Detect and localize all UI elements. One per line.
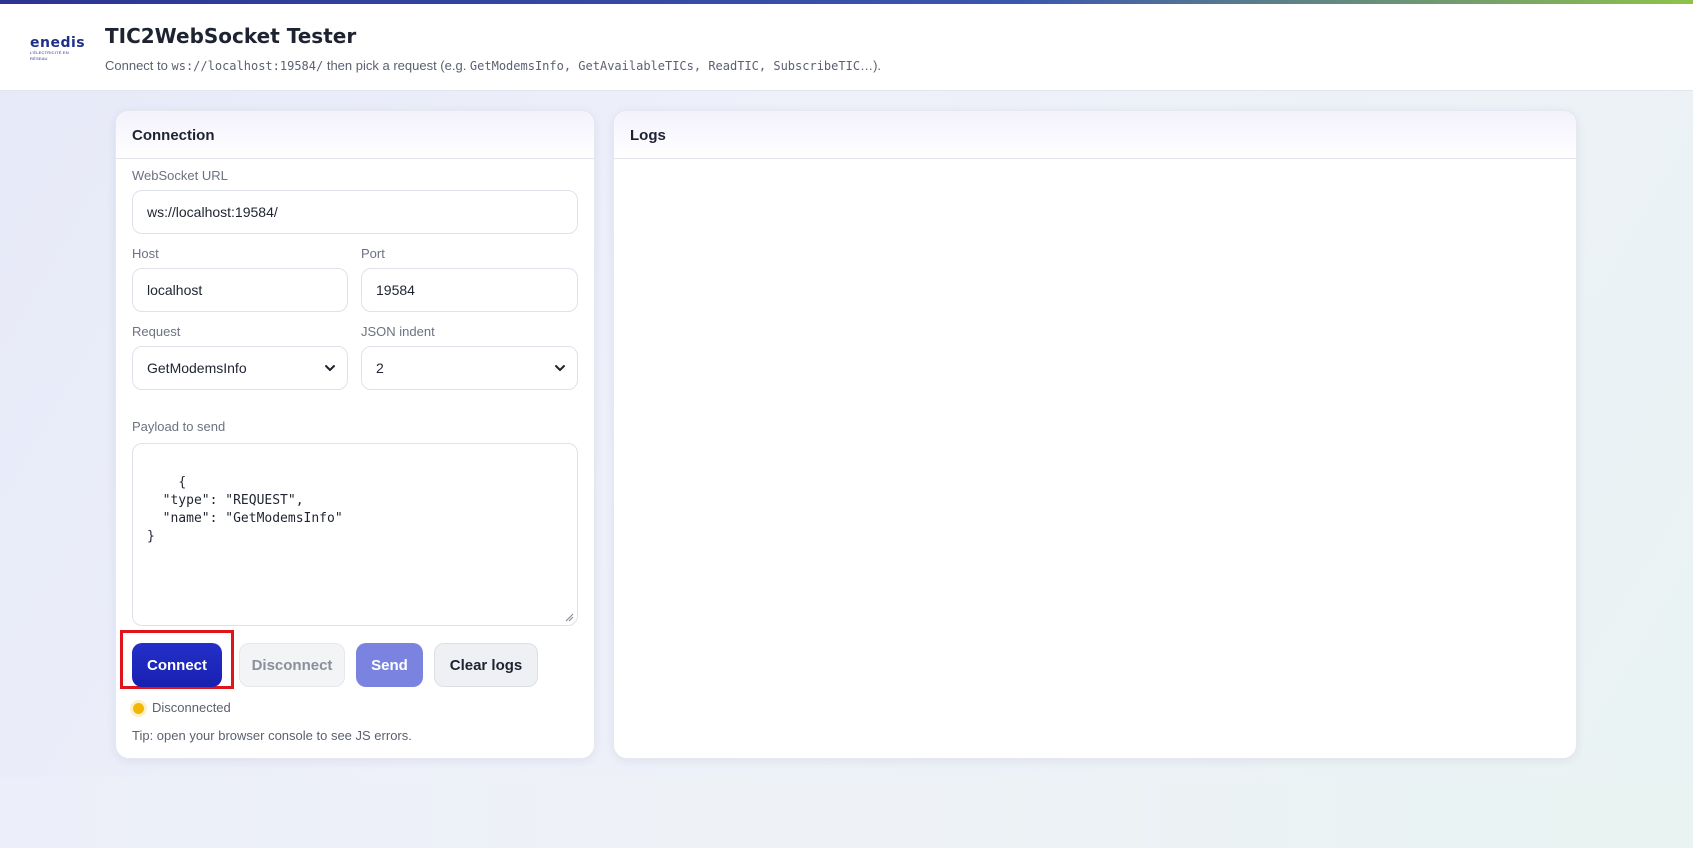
subtitle-suffix: …). (860, 58, 882, 73)
host-value: localhost (147, 282, 203, 298)
request-select[interactable]: GetModemsInfo (132, 346, 348, 390)
connection-status: Disconnected (152, 700, 231, 715)
payload-textarea[interactable]: { "type": "REQUEST", "name": "GetModemsI… (132, 443, 578, 626)
subtitle-middle: then pick a request (e.g. (323, 58, 470, 73)
logs-panel-title: Logs (614, 111, 1576, 159)
enedis-logo: enedis L'ÉLECTRICITÉ EN RÉSEAU (30, 35, 86, 61)
payload-label: Payload to send (132, 419, 226, 434)
connect-button[interactable]: Connect (132, 643, 222, 687)
clear-logs-button[interactable]: Clear logs (434, 643, 538, 687)
chevron-down-icon (325, 365, 335, 371)
host-input[interactable]: localhost (132, 268, 348, 312)
chevron-down-icon (555, 365, 565, 371)
resize-handle-icon[interactable] (564, 612, 574, 622)
subtitle-url: ws://localhost:19584/ (171, 59, 324, 73)
send-button[interactable]: Send (356, 643, 423, 687)
connection-panel-title: Connection (116, 111, 594, 159)
websocket-url-value: ws://localhost:19584/ (147, 204, 278, 220)
status-indicator-icon (133, 703, 144, 714)
json-indent-select[interactable]: 2 (361, 346, 578, 390)
footer-band (0, 777, 1693, 848)
subtitle-prefix: Connect to (105, 58, 172, 73)
page-subtitle: Connect to ws://localhost:19584/ then pi… (105, 58, 881, 73)
logs-panel: Logs (613, 110, 1577, 759)
app-header: enedis L'ÉLECTRICITÉ EN RÉSEAU TIC2WebSo… (0, 4, 1693, 91)
logo-wordmark: enedis (30, 35, 86, 51)
request-selected-value: GetModemsInfo (147, 360, 247, 376)
websocket-url-input[interactable]: ws://localhost:19584/ (132, 190, 578, 234)
port-label: Port (361, 246, 385, 261)
subtitle-examples: GetModemsInfo, GetAvailableTICs, ReadTIC… (469, 59, 861, 73)
disconnect-button[interactable]: Disconnect (239, 643, 345, 687)
port-input[interactable]: 19584 (361, 268, 578, 312)
logo-tagline: L'ÉLECTRICITÉ EN RÉSEAU (30, 50, 69, 61)
websocket-url-label: WebSocket URL (132, 168, 228, 183)
tip-text: Tip: open your browser console to see JS… (132, 728, 412, 743)
port-value: 19584 (376, 282, 415, 298)
host-label: Host (132, 246, 159, 261)
request-label: Request (132, 324, 181, 339)
page-title: TIC2WebSocket Tester (105, 24, 357, 48)
json-indent-label: JSON indent (361, 324, 435, 339)
logs-output[interactable] (614, 159, 1576, 758)
json-indent-selected-value: 2 (376, 360, 384, 376)
payload-value: { "type": "REQUEST", "name": "GetModemsI… (147, 475, 343, 544)
connection-panel: Connection WebSocket URL ws://localhost:… (115, 110, 595, 759)
